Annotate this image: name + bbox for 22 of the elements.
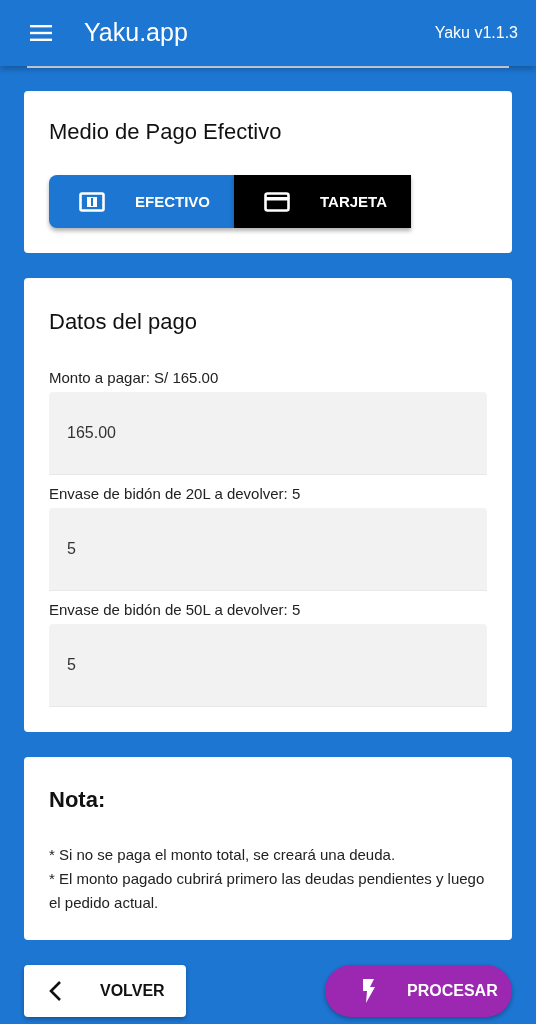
lightning-icon <box>361 978 377 1005</box>
credit-card-icon <box>264 191 290 212</box>
input-field[interactable]: 5 <box>49 507 487 591</box>
payment-option-button[interactable]: EFECTIVO <box>49 175 234 229</box>
app-title: Yaku.app <box>84 17 188 49</box>
payment-option-button[interactable]: TARJETA <box>234 175 411 229</box>
note-title: Nota: <box>49 786 107 814</box>
back-button[interactable]: VOLVER <box>24 965 186 1018</box>
version-label: Yaku v1.1.3 <box>434 23 518 43</box>
card-title: Datos del pago <box>49 309 198 336</box>
note-text: * El monto pagado cubrirá primero las deudas pendientes y luego el pedido actual. <box>49 869 485 914</box>
input-field[interactable]: 165.00 <box>49 391 487 475</box>
input-field[interactable]: 5 <box>49 623 487 707</box>
field-label: Monto a pagar: S/ 165.00 <box>49 368 220 387</box>
note-text: * Si no se paga el monto total, se creará una deuda. <box>49 845 397 866</box>
card-title: Medio de Pago Efectivo <box>49 119 283 146</box>
process-button[interactable]: PROCESAR <box>325 965 512 1018</box>
chevron-left-icon <box>48 980 62 1003</box>
menu-icon[interactable] <box>30 25 52 41</box>
field-label: Envase de bidón de 20L a devolver: 5 <box>49 484 302 503</box>
cash-icon <box>79 191 105 212</box>
field-label: Envase de bidón de 50L a devolver: 5 <box>49 600 302 619</box>
